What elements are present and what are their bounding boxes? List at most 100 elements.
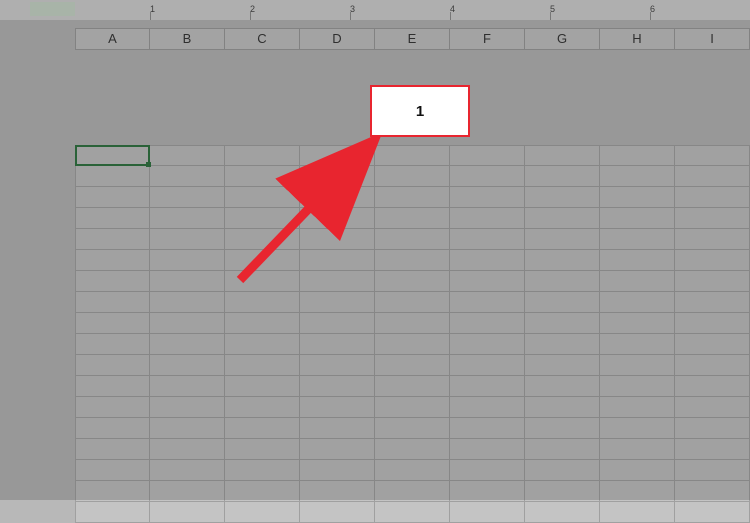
cell[interactable] [450, 481, 525, 502]
cell[interactable] [375, 145, 450, 166]
cell[interactable] [675, 376, 750, 397]
cell[interactable] [75, 502, 150, 523]
cell[interactable] [300, 418, 375, 439]
cell[interactable] [225, 334, 300, 355]
cell[interactable] [525, 460, 600, 481]
cell[interactable] [225, 460, 300, 481]
cell[interactable] [150, 397, 225, 418]
cell[interactable] [75, 292, 150, 313]
cell[interactable] [375, 208, 450, 229]
column-header-e[interactable]: E [375, 28, 450, 50]
cell[interactable] [150, 271, 225, 292]
cell[interactable] [450, 334, 525, 355]
cell[interactable] [525, 250, 600, 271]
cell[interactable] [225, 481, 300, 502]
cell[interactable] [300, 355, 375, 376]
cell[interactable] [600, 418, 675, 439]
cell[interactable] [525, 376, 600, 397]
cell[interactable] [600, 292, 675, 313]
cell[interactable] [600, 187, 675, 208]
cell[interactable] [600, 439, 675, 460]
column-header-a[interactable]: A [75, 28, 150, 50]
cell[interactable] [225, 376, 300, 397]
cell[interactable] [150, 439, 225, 460]
cell[interactable] [300, 145, 375, 166]
cell[interactable] [600, 460, 675, 481]
cell[interactable] [150, 418, 225, 439]
cell[interactable] [675, 271, 750, 292]
cell[interactable] [525, 418, 600, 439]
cell[interactable] [525, 166, 600, 187]
cell[interactable] [375, 481, 450, 502]
cell[interactable] [675, 187, 750, 208]
cell[interactable] [375, 229, 450, 250]
column-header-b[interactable]: B [150, 28, 225, 50]
cell[interactable] [450, 229, 525, 250]
column-header-g[interactable]: G [525, 28, 600, 50]
cell[interactable] [600, 229, 675, 250]
cell[interactable] [525, 145, 600, 166]
column-header-h[interactable]: H [600, 28, 675, 50]
cell[interactable] [75, 439, 150, 460]
cell[interactable] [675, 481, 750, 502]
cell[interactable] [75, 208, 150, 229]
cell[interactable] [75, 334, 150, 355]
cell[interactable] [675, 334, 750, 355]
cell[interactable] [225, 166, 300, 187]
cell[interactable] [225, 355, 300, 376]
cell[interactable] [450, 208, 525, 229]
cell[interactable] [450, 355, 525, 376]
cell[interactable] [600, 250, 675, 271]
cell[interactable] [450, 313, 525, 334]
cell[interactable] [525, 439, 600, 460]
cell[interactable] [225, 250, 300, 271]
cell[interactable] [300, 250, 375, 271]
cell[interactable] [75, 460, 150, 481]
cell[interactable] [75, 355, 150, 376]
cell[interactable] [300, 502, 375, 523]
cell[interactable] [600, 145, 675, 166]
cell[interactable] [225, 418, 300, 439]
cell[interactable] [675, 229, 750, 250]
cell[interactable] [675, 502, 750, 523]
cell[interactable] [600, 166, 675, 187]
cell[interactable] [150, 292, 225, 313]
cell[interactable] [525, 397, 600, 418]
cell[interactable] [600, 271, 675, 292]
cell[interactable] [300, 208, 375, 229]
cell[interactable] [150, 250, 225, 271]
cell[interactable] [300, 292, 375, 313]
cell[interactable] [150, 376, 225, 397]
column-header-i[interactable]: I [675, 28, 750, 50]
cell[interactable] [675, 397, 750, 418]
cell[interactable] [375, 418, 450, 439]
cell[interactable] [225, 397, 300, 418]
cell[interactable] [150, 208, 225, 229]
cell[interactable] [300, 334, 375, 355]
cell[interactable] [225, 439, 300, 460]
cell[interactable] [75, 187, 150, 208]
cell[interactable] [300, 166, 375, 187]
cell[interactable] [375, 355, 450, 376]
cell[interactable] [300, 376, 375, 397]
cell[interactable] [375, 397, 450, 418]
cell[interactable] [75, 481, 150, 502]
cell[interactable] [600, 502, 675, 523]
cell[interactable] [150, 145, 225, 166]
cell[interactable] [225, 271, 300, 292]
cell[interactable] [300, 397, 375, 418]
cell[interactable] [675, 355, 750, 376]
cell[interactable] [525, 292, 600, 313]
cell[interactable] [525, 481, 600, 502]
cell[interactable] [375, 292, 450, 313]
cell[interactable] [75, 250, 150, 271]
cell[interactable] [150, 502, 225, 523]
cell[interactable] [300, 229, 375, 250]
cell[interactable] [225, 229, 300, 250]
cell[interactable] [375, 313, 450, 334]
cell[interactable] [300, 460, 375, 481]
cell[interactable] [300, 271, 375, 292]
cell[interactable] [600, 313, 675, 334]
cell[interactable] [675, 166, 750, 187]
cell[interactable] [150, 187, 225, 208]
